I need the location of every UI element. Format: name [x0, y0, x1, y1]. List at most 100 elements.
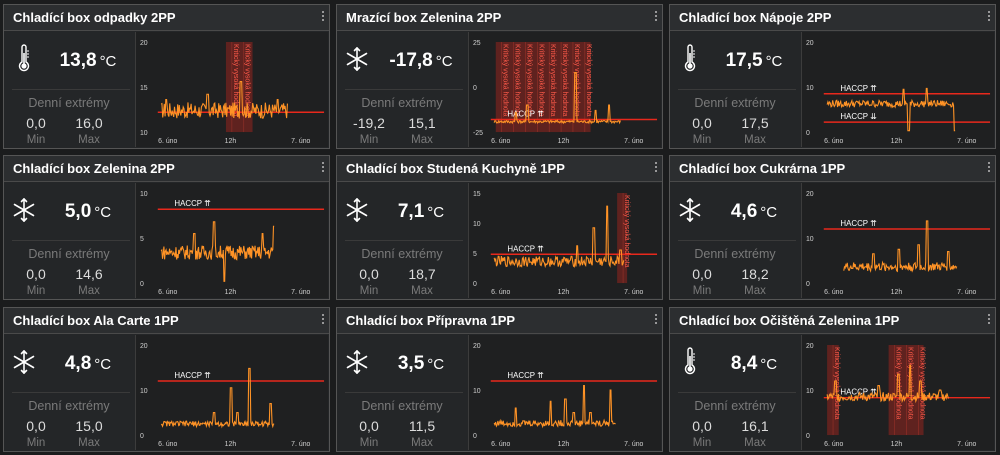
haccp-threshold-label: HACCP ⇈ [174, 371, 211, 380]
y-tick-label: 15 [140, 85, 148, 92]
temperature-chart[interactable]: 20 10 0 6. úno 12h 7. úno HACCP ⇈ HACCP ⇊ [801, 32, 994, 147]
divider [345, 392, 463, 393]
current-temperature: 5,0 °C [44, 201, 132, 223]
panel-title: Chladící box Očištěná Zelenina 1PP [670, 308, 995, 334]
max-label: Max [78, 134, 100, 146]
x-tick-label: 6. úno [158, 138, 177, 145]
min-value: 0,0 [359, 418, 379, 434]
alert-label: Kritický vysoká hodnota [906, 347, 913, 420]
panel-menu-icon[interactable] [654, 312, 658, 328]
x-tick-label: 6. úno [158, 441, 177, 448]
x-tick-label: 6. úno [824, 441, 843, 448]
temperature-unit: °C [94, 356, 112, 373]
y-tick-label: 20 [806, 40, 814, 47]
max-value: 11,5 [408, 418, 436, 434]
daily-extremes-label: Denní extrémy [28, 96, 110, 110]
temperature-unit: °C [435, 53, 453, 70]
alert-label: Kritický vysoká hodnota [549, 44, 556, 117]
current-temperature: 7,1 °C [377, 201, 465, 223]
stat-block: 8,4 °C Denní extrémy 0,0 16,1 Min Max [670, 335, 800, 451]
panel-menu-icon[interactable] [987, 9, 991, 25]
x-tick-label: 7. úno [291, 138, 310, 145]
x-tick-label: 7. úno [957, 138, 976, 145]
min-label: Min [26, 134, 46, 146]
chart-svg: 10 5 0 6. úno 12h 7. úno HACCP ⇈ [140, 191, 325, 296]
monitor-panel: Chladící box Ala Carte 1PP 4,8 °C Denní ext… [3, 307, 330, 452]
panel-menu-icon[interactable] [321, 312, 325, 328]
y-tick-label: 20 [140, 343, 148, 350]
snowflake-icon [678, 195, 702, 225]
x-tick-label: 6. úno [491, 289, 510, 296]
x-tick-label: 12h [558, 441, 570, 448]
min-label: Min [692, 134, 712, 146]
temperature-value: 4,6 [730, 201, 758, 222]
temperature-chart[interactable]: 10 5 0 6. úno 12h 7. úno HACCP ⇈ [135, 183, 328, 298]
temperature-series-line [826, 87, 956, 132]
monitor-panel: Chladící box Nápoje 2PP 17,5 °C Denní extré… [669, 4, 996, 149]
monitor-panel: Mrazící box Zelenina 2PP -17,8 °C Denní ext… [336, 4, 663, 149]
temperature-chart[interactable]: 20 10 0 6. úno 12h 7. úno HACCP ⇈ [801, 183, 994, 298]
temperature-unit: °C [99, 53, 117, 70]
snowflake-icon [345, 195, 369, 225]
max-value: 18,2 [741, 266, 769, 282]
panel-menu-icon[interactable] [987, 312, 991, 328]
monitor-panel: Chladící box Cukrárna 1PP 4,6 °C Denní extr… [669, 155, 996, 300]
temperature-series-line [160, 221, 275, 282]
current-temperature: 13,8 °C [44, 50, 132, 72]
y-tick-label: 5 [473, 251, 477, 258]
y-tick-label: 0 [473, 433, 477, 440]
y-tick-label: 10 [473, 388, 481, 395]
thermometer-icon [678, 347, 702, 377]
x-tick-label: 6. úno [491, 441, 510, 448]
panel-menu-icon[interactable] [987, 160, 991, 176]
snowflake-icon [345, 44, 369, 74]
daily-extremes-label: Denní extrémy [694, 399, 776, 413]
haccp-threshold-label: HACCP ⇈ [840, 219, 877, 228]
max-value: 14,6 [75, 266, 103, 282]
temperature-chart[interactable]: 20 10 0 6. úno 12h 7. úno HACCP ⇈ [468, 335, 661, 450]
y-tick-label: 0 [140, 281, 144, 288]
temperature-value: -17,8 [389, 50, 433, 71]
panel-menu-icon[interactable] [321, 160, 325, 176]
x-tick-label: 7. úno [624, 138, 643, 145]
temperature-chart[interactable]: Kritický vysoká hodnota Kritický vysoká h… [468, 32, 661, 147]
x-tick-label: 7. úno [624, 441, 643, 448]
min-value: 0,0 [692, 266, 712, 282]
temperature-chart[interactable]: Kritický vysoká hodnota 15 10 5 0 6. úno 12h 7.… [468, 183, 661, 298]
temperature-chart[interactable]: 20 10 0 6. úno 12h 7. úno HACCP ⇈ [135, 335, 328, 450]
divider [12, 240, 130, 241]
panel-menu-icon[interactable] [654, 160, 658, 176]
min-value: 0,0 [26, 418, 46, 434]
y-tick-label: 0 [806, 433, 810, 440]
x-tick-label: 7. úno [291, 289, 310, 296]
temperature-chart[interactable]: Kritický vysoká hodnota Kritický vysoká h… [135, 32, 328, 147]
stat-block: 4,6 °C Denní extrémy 0,0 18,2 Min Max [670, 183, 800, 299]
monitor-panel: Chladící box Přípravna 1PP 3,5 °C Denní ext… [336, 307, 663, 452]
panel-title: Chladící box Zelenina 2PP [4, 156, 329, 182]
max-value: 17,5 [741, 115, 769, 131]
alert-label: Kritický vysoká hodnota [895, 347, 902, 420]
x-tick-label: 12h [558, 138, 570, 145]
chart-svg: 20 10 0 6. úno 12h 7. úno HACCP ⇈ [473, 343, 658, 448]
panel-title: Chladící box odpadky 2PP [4, 5, 329, 31]
haccp-threshold-label: HACCP ⇈ [174, 199, 211, 208]
panel-menu-icon[interactable] [654, 9, 658, 25]
current-temperature: -17,8 °C [377, 50, 465, 72]
temperature-value: 7,1 [397, 201, 425, 222]
chart-svg: Kritický vysoká hodnota 15 10 5 0 6. úno 12h 7.… [473, 191, 658, 296]
panel-menu-icon[interactable] [321, 9, 325, 25]
divider [678, 392, 796, 393]
divider [345, 240, 463, 241]
alert-label: Kritický vysoká hodnota [585, 44, 592, 117]
temperature-chart[interactable]: Kritický vysoká hodnota Kritický vysoká h… [801, 335, 994, 450]
x-tick-label: 12h [891, 138, 903, 145]
x-tick-label: 12h [225, 138, 237, 145]
y-tick-label: 0 [806, 281, 810, 288]
x-tick-label: 12h [891, 289, 903, 296]
y-tick-label: 20 [806, 191, 814, 198]
current-temperature: 3,5 °C [377, 353, 465, 375]
max-label: Max [411, 437, 433, 449]
haccp-threshold-label: HACCP ⇈ [507, 371, 544, 380]
snowflake-icon [12, 195, 36, 225]
min-label: Min [26, 285, 46, 297]
